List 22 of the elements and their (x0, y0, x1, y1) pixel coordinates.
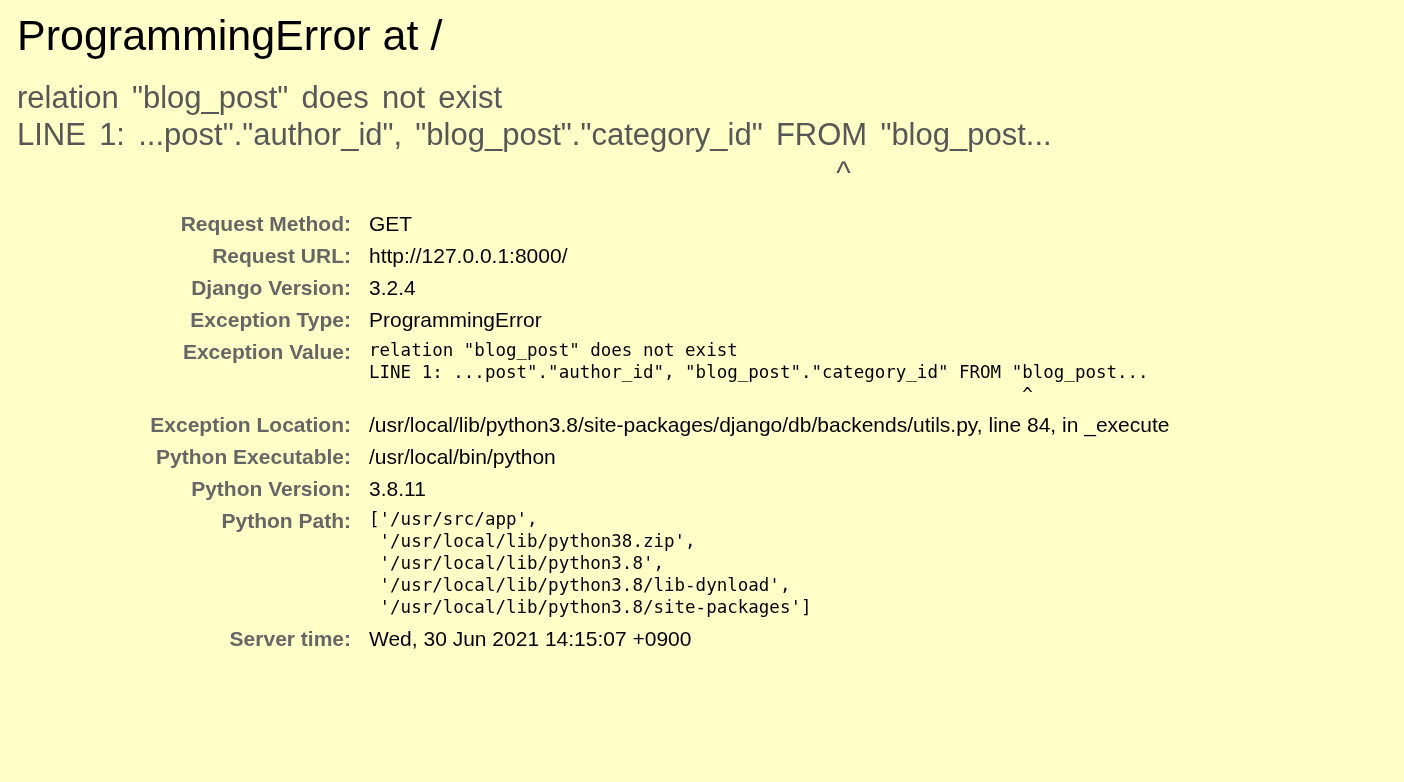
field-value: /usr/local/bin/python (369, 445, 556, 469)
field-value: /usr/local/lib/python3.8/site-packages/django/db/backends/utils.py, line 84, in _execute (369, 413, 1170, 437)
field-value: Wed, 30 Jun 2021 14:15:07 +0900 (369, 626, 692, 650)
field-value: 3.2.4 (369, 275, 416, 299)
field-label: Python Path: (220, 508, 352, 535)
code-value: ['/usr/src/app', '/usr/local/lib/python38.zip', '/usr/local/lib/python3.8', '/usr/local/lib/python3.8/lib-dynload', '/usr/local/lib/python3.8/site-packages'] (369, 509, 813, 619)
error-message: relation "blog_post" does not exist LINE 1: ...post"."author_id", "blog_post"."category_id" FROM "blog_post... ^ (17, 79, 1053, 191)
field-label: Python Version: (190, 476, 352, 503)
error-title: ProgrammingError at / (17, 12, 444, 60)
field-label: Django Version: (190, 274, 352, 301)
field-label: Server time: (228, 625, 352, 652)
field-value: 3.8.11 (369, 477, 426, 501)
field-value: GET (369, 211, 413, 235)
field-label: Request Method: (179, 210, 352, 237)
field-value: ProgrammingError (369, 307, 542, 331)
field-label: Exception Value: (181, 338, 352, 365)
field-value: http://127.0.0.1:8000/ (369, 243, 568, 267)
code-value: relation "blog_post" does not exist LINE 1: ...post"."author_id", "blog_post"."category_id" FROM "blog_post... ^ (369, 339, 1150, 406)
field-label: Request URL: (211, 242, 352, 269)
field-label: Exception Location: (149, 412, 352, 439)
field-label: Python Executable: (155, 444, 352, 471)
field-label: Exception Type: (189, 306, 352, 333)
